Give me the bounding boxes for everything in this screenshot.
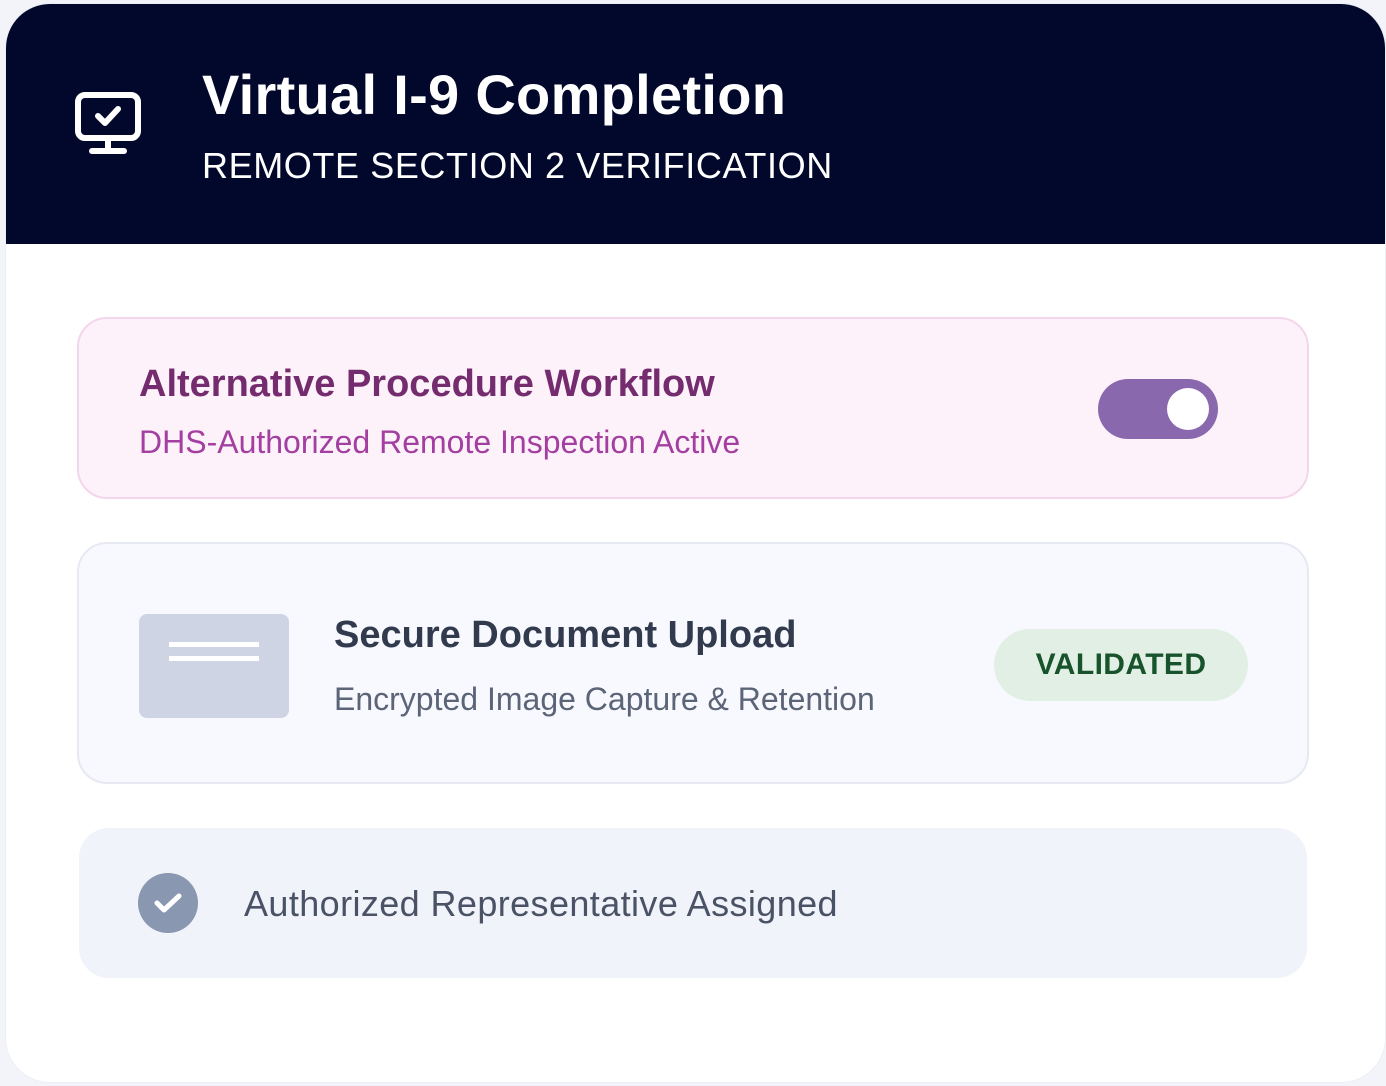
upload-subtitle: Encrypted Image Capture & Retention — [334, 681, 875, 717]
i9-card: Virtual I-9 Completion REMOTE SECTION 2 … — [6, 4, 1385, 1082]
representative-label: Authorized Representative Assigned — [244, 883, 838, 924]
workflow-subtitle: DHS-Authorized Remote Inspection Active — [139, 424, 741, 460]
representative-panel: Authorized Representative Assigned — [79, 828, 1307, 978]
workflow-title: Alternative Procedure Workflow — [139, 363, 715, 405]
alternative-procedure-panel: Alternative Procedure Workflow DHS-Autho… — [77, 317, 1309, 499]
document-line — [169, 656, 259, 661]
alternative-procedure-toggle[interactable] — [1098, 379, 1218, 439]
monitor-check-icon — [75, 92, 141, 154]
check-circle-icon — [138, 873, 198, 933]
document-icon — [139, 614, 289, 718]
status-badge: VALIDATED — [994, 629, 1248, 701]
secure-upload-panel: Secure Document Upload Encrypted Image C… — [77, 542, 1309, 784]
toggle-knob — [1167, 388, 1209, 430]
card-header: Virtual I-9 Completion REMOTE SECTION 2 … — [6, 4, 1385, 244]
document-line — [169, 642, 259, 647]
page-subtitle: REMOTE SECTION 2 VERIFICATION — [202, 145, 833, 186]
page-title: Virtual I-9 Completion — [202, 63, 787, 126]
upload-title: Secure Document Upload — [334, 614, 797, 656]
